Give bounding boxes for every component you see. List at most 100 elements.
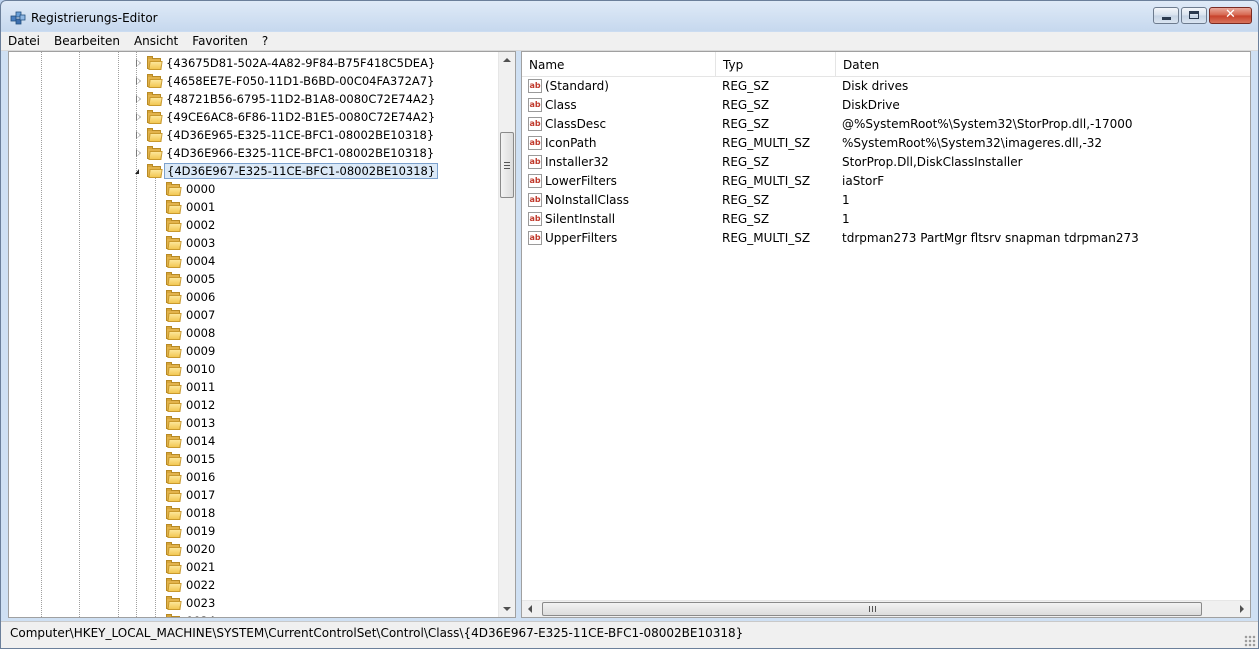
value-name: UpperFilters xyxy=(545,231,618,245)
tree-subkey[interactable]: 0023 xyxy=(9,594,498,612)
tree-item-label: {48721B56-6795-11D2-B1A8-0080C72E74A2} xyxy=(166,92,436,106)
tree-subkey[interactable]: 0009 xyxy=(9,342,498,360)
folder-icon xyxy=(166,326,182,340)
column-header-name[interactable]: Name xyxy=(522,52,716,76)
value-data: @%SystemRoot%\System32\StorProp.dll,-170… xyxy=(842,117,1133,131)
tree-subkey[interactable]: 0024 xyxy=(9,612,498,617)
scroll-left-arrow-icon[interactable] xyxy=(528,605,532,613)
maximize-icon xyxy=(1189,11,1199,19)
tree-item[interactable]: {49CE6AC8-6F86-11D2-B1E5-0080C72E74A2} xyxy=(9,108,498,126)
column-header-data[interactable]: Daten xyxy=(836,52,1250,76)
close-button[interactable]: ✕ xyxy=(1209,7,1252,24)
tree-subkey[interactable]: 0004 xyxy=(9,252,498,270)
menu-bar: Datei Bearbeiten Ansicht Favoriten ? xyxy=(1,32,1258,51)
value-row[interactable]: ab LowerFilters REG_MULTI_SZ iaStorF xyxy=(522,172,1250,191)
window-title: Registrierungs-Editor xyxy=(31,11,158,25)
collapse-arrow-icon[interactable] xyxy=(135,169,139,174)
key-tree-pane[interactable]: {43675D81-502A-4A82-9F84-B75F418C5DEA} {… xyxy=(8,51,516,618)
expand-arrow-icon[interactable] xyxy=(136,149,141,157)
menu-bearbeiten[interactable]: Bearbeiten xyxy=(47,32,127,50)
column-header-type[interactable]: Typ xyxy=(716,52,836,76)
folder-icon xyxy=(166,614,181,617)
string-value-icon: ab xyxy=(528,136,542,150)
scroll-right-arrow-icon[interactable] xyxy=(1240,605,1244,613)
value-name: ClassDesc xyxy=(545,117,607,131)
folder-icon xyxy=(166,344,182,358)
tree-subkey[interactable]: 0015 xyxy=(9,450,498,468)
tree-item[interactable]: {4658EE7E-F050-11D1-B6BD-00C04FA372A7} xyxy=(9,72,498,90)
tree-subkey-label: 0023 xyxy=(186,596,216,610)
expand-arrow-icon[interactable] xyxy=(136,95,141,103)
tree-item[interactable]: {48721B56-6795-11D2-B1A8-0080C72E74A2} xyxy=(9,90,498,108)
tree-subkey[interactable]: 0018 xyxy=(9,504,498,522)
list-scroll-thumb[interactable] xyxy=(542,602,1202,616)
tree-subkey[interactable]: 0020 xyxy=(9,540,498,558)
minimize-button[interactable] xyxy=(1153,7,1179,24)
menu-favoriten[interactable]: Favoriten xyxy=(185,32,255,50)
tree-subkey-label: 0021 xyxy=(186,560,216,574)
title-bar[interactable]: Registrierungs-Editor ✕ xyxy=(1,1,1258,32)
scroll-up-arrow-icon[interactable] xyxy=(503,58,511,62)
tree-subkey[interactable]: 0000 xyxy=(9,180,498,198)
tree-item-selected[interactable]: {4D36E967-E325-11CE-BFC1-08002BE10318} xyxy=(9,162,498,180)
tree-subkey[interactable]: 0003 xyxy=(9,234,498,252)
expand-arrow-icon[interactable] xyxy=(136,131,141,139)
tree-item[interactable]: {4D36E965-E325-11CE-BFC1-08002BE10318} xyxy=(9,126,498,144)
minimize-icon xyxy=(1162,17,1171,20)
menu-ansicht[interactable]: Ansicht xyxy=(127,32,185,50)
folder-icon xyxy=(166,200,182,214)
menu-datei[interactable]: Datei xyxy=(1,32,47,50)
list-horizontal-scrollbar[interactable] xyxy=(522,600,1250,617)
string-value-icon: ab xyxy=(528,231,542,245)
tree-subkey[interactable]: 0011 xyxy=(9,378,498,396)
folder-icon xyxy=(147,74,163,88)
value-row[interactable]: ab NoInstallClass REG_SZ 1 xyxy=(522,191,1250,210)
resize-grip-icon[interactable] xyxy=(1244,635,1256,647)
tree-subkey[interactable]: 0019 xyxy=(9,522,498,540)
scroll-down-arrow-icon[interactable] xyxy=(503,607,511,611)
value-data: StorProp.Dll,DiskClassInstaller xyxy=(842,155,1023,169)
tree-subkey[interactable]: 0017 xyxy=(9,486,498,504)
tree-subkey[interactable]: 0010 xyxy=(9,360,498,378)
tree-item[interactable]: {43675D81-502A-4A82-9F84-B75F418C5DEA} xyxy=(9,54,498,72)
value-row[interactable]: ab (Standard) REG_SZ Disk drives xyxy=(522,77,1250,96)
values-list-pane[interactable]: Name Typ Daten ab (Standard) REG_SZ Disk… xyxy=(521,51,1251,618)
expand-arrow-icon[interactable] xyxy=(136,59,141,67)
value-row[interactable]: ab IconPath REG_MULTI_SZ %SystemRoot%\Sy… xyxy=(522,134,1250,153)
status-key-path: Computer\HKEY_LOCAL_MACHINE\SYSTEM\Curre… xyxy=(10,626,744,640)
expand-arrow-icon[interactable] xyxy=(136,77,141,85)
folder-icon xyxy=(147,128,163,142)
value-name: IconPath xyxy=(545,136,597,150)
tree-subkey[interactable]: 0014 xyxy=(9,432,498,450)
close-icon: ✕ xyxy=(1225,7,1236,22)
tree-subkey-label: 0000 xyxy=(186,182,216,196)
value-row[interactable]: ab Installer32 REG_SZ StorProp.Dll,DiskC… xyxy=(522,153,1250,172)
tree-item-label: {49CE6AC8-6F86-11D2-B1E5-0080C72E74A2} xyxy=(166,110,436,124)
tree-subkey[interactable]: 0005 xyxy=(9,270,498,288)
folder-icon xyxy=(166,272,182,286)
tree-subkey[interactable]: 0016 xyxy=(9,468,498,486)
tree-subkey[interactable]: 0002 xyxy=(9,216,498,234)
folder-icon xyxy=(166,506,182,520)
tree-subkey[interactable]: 0006 xyxy=(9,288,498,306)
value-row[interactable]: ab Class REG_SZ DiskDrive xyxy=(522,96,1250,115)
tree-vertical-scrollbar[interactable] xyxy=(498,52,515,617)
tree-subkey[interactable]: 0012 xyxy=(9,396,498,414)
tree-subkey[interactable]: 0013 xyxy=(9,414,498,432)
value-row[interactable]: ab ClassDesc REG_SZ @%SystemRoot%\System… xyxy=(522,115,1250,134)
tree-scroll-thumb[interactable] xyxy=(500,132,514,198)
tree-subkey[interactable]: 0021 xyxy=(9,558,498,576)
value-row[interactable]: ab SilentInstall REG_SZ 1 xyxy=(522,210,1250,229)
tree-subkey-label: 0012 xyxy=(186,398,216,412)
maximize-button[interactable] xyxy=(1181,7,1207,24)
tree-subkey[interactable]: 0001 xyxy=(9,198,498,216)
value-row[interactable]: ab UpperFilters REG_MULTI_SZ tdrpman273 … xyxy=(522,229,1250,248)
tree-item[interactable]: {4D36E966-E325-11CE-BFC1-08002BE10318} xyxy=(9,144,498,162)
tree-subkey[interactable]: 0007 xyxy=(9,306,498,324)
menu-help[interactable]: ? xyxy=(255,32,275,50)
tree-subkey[interactable]: 0022 xyxy=(9,576,498,594)
expand-arrow-icon[interactable] xyxy=(136,113,141,121)
tree-subkey[interactable]: 0008 xyxy=(9,324,498,342)
value-type: REG_SZ xyxy=(722,212,770,226)
registry-editor-window: Registrierungs-Editor ✕ Datei Bearbeiten… xyxy=(0,0,1259,649)
